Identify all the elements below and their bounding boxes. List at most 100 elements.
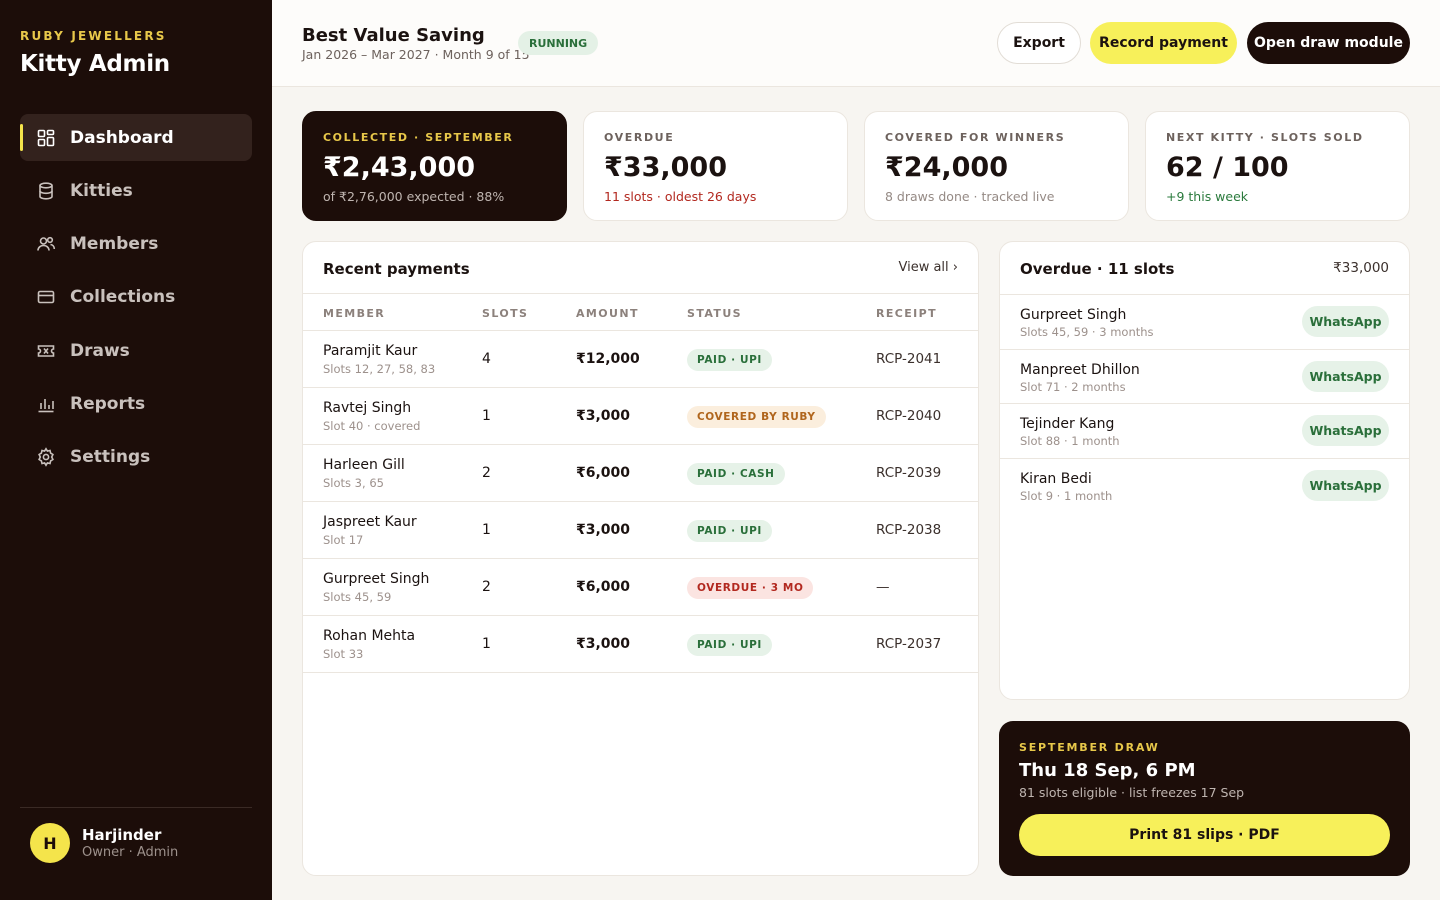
payment-amount: ₹6,000 bbox=[576, 579, 631, 595]
september-draw-card: SEPTEMBER DRAW Thu 18 Sep, 6 PM 81 slots… bbox=[999, 721, 1410, 876]
member-name: Gurpreet Singh bbox=[1020, 307, 1127, 323]
sidebar-nav: Dashboard Kitties Members Collections Dr… bbox=[20, 114, 252, 487]
sidebar-item-dashboard[interactable]: Dashboard bbox=[20, 114, 252, 161]
table-row[interactable]: Rohan Mehta Slot 33 1 ₹3,000 PAID · UPI … bbox=[303, 616, 978, 673]
kpi-covered-card: COVERED FOR WINNERS ₹24,000 8 draws done… bbox=[864, 111, 1129, 221]
receipt-id[interactable]: RCP-2041 bbox=[876, 351, 941, 367]
slot-count: 4 bbox=[482, 351, 491, 367]
whatsapp-button[interactable]: WhatsApp bbox=[1302, 360, 1389, 392]
slot-count: 2 bbox=[482, 465, 491, 481]
member-name: Tejinder Kang bbox=[1020, 416, 1115, 433]
kpi-label: COLLECTED · SEPTEMBER bbox=[323, 131, 514, 144]
print-slips-button[interactable]: Print 81 slips · PDF bbox=[1019, 814, 1390, 856]
open-draw-module-button[interactable]: Open draw module bbox=[1247, 22, 1410, 64]
kpi-label: COVERED FOR WINNERS bbox=[885, 131, 1066, 144]
export-button[interactable]: Export bbox=[997, 22, 1081, 64]
sidebar-item-label: Members bbox=[70, 234, 159, 255]
card-icon bbox=[36, 287, 56, 307]
kpi-value: ₹33,000 bbox=[604, 152, 727, 183]
table-row[interactable]: Paramjit Kaur Slots 12, 27, 58, 83 4 ₹12… bbox=[303, 331, 978, 388]
member-name: Manpreet Dhillon bbox=[1020, 361, 1140, 378]
recent-payments-panel: Recent payments View all › MEMBER SLOTS … bbox=[302, 241, 979, 876]
overdue-panel: Overdue · 11 slots ₹33,000 Gurpreet Sing… bbox=[999, 241, 1410, 700]
column-header-member: MEMBER bbox=[323, 307, 386, 320]
status-pill: COVERED BY RUBY bbox=[687, 406, 826, 428]
table-row[interactable]: Harleen Gill Slots 3, 65 2 ₹6,000 PAID ·… bbox=[303, 445, 978, 502]
user-role: Owner · Admin bbox=[82, 845, 179, 860]
panel-title: Recent payments bbox=[323, 260, 470, 278]
view-all-link[interactable]: View all › bbox=[898, 260, 958, 275]
member-name: Rohan Mehta bbox=[323, 628, 416, 644]
status-pill: OVERDUE · 3 MO bbox=[687, 577, 814, 599]
status-pill: PAID · UPI bbox=[687, 349, 772, 371]
receipt-id[interactable]: RCP-2040 bbox=[876, 408, 941, 424]
table-row[interactable]: Ravtej Singh Slot 40 · covered 1 ₹3,000 … bbox=[303, 388, 978, 445]
page-title: Best Value Saving bbox=[302, 25, 485, 46]
sidebar-item-reports[interactable]: Reports bbox=[20, 380, 252, 427]
receipt-id[interactable]: RCP-2038 bbox=[876, 522, 941, 538]
table-row[interactable]: Jaspreet Kaur Slot 17 1 ₹3,000 PAID · UP… bbox=[303, 502, 978, 559]
kpi-sub: 8 draws done · tracked live bbox=[885, 189, 1055, 204]
member-name: Paramjit Kaur bbox=[323, 343, 418, 359]
status-badge: RUNNING bbox=[518, 31, 599, 55]
sidebar-item-members[interactable]: Members bbox=[20, 221, 252, 268]
member-slots-note: Slot 40 · covered bbox=[323, 419, 421, 433]
avatar[interactable]: H bbox=[30, 823, 70, 863]
kpi-sub: 11 slots · oldest 26 days bbox=[604, 189, 757, 204]
member-slots-note: Slot 33 bbox=[323, 647, 364, 661]
overdue-total: ₹33,000 bbox=[1333, 260, 1389, 276]
kpi-value: ₹24,000 bbox=[885, 152, 1008, 183]
whatsapp-button[interactable]: WhatsApp bbox=[1302, 415, 1389, 447]
kpi-sub: +9 this week bbox=[1166, 189, 1249, 204]
brand-title: Kitty Admin bbox=[20, 51, 170, 77]
sidebar-item-label: Reports bbox=[70, 393, 146, 414]
kpi-label: NEXT KITTY · SLOTS SOLD bbox=[1166, 131, 1364, 144]
sidebar-item-label: Dashboard bbox=[70, 127, 174, 148]
sidebar-item-kitties[interactable]: Kitties bbox=[20, 167, 252, 214]
page-subtitle: Jan 2026 – Mar 2027 · Month 9 of 15 bbox=[302, 47, 530, 62]
status-pill: PAID · CASH bbox=[687, 463, 785, 485]
payment-amount: ₹3,000 bbox=[576, 636, 631, 652]
slot-count: 1 bbox=[482, 636, 491, 652]
whatsapp-button[interactable]: WhatsApp bbox=[1302, 469, 1389, 501]
status-pill: PAID · UPI bbox=[687, 520, 772, 542]
list-item: Kiran Bedi Slot 9 · 1 month WhatsApp bbox=[1000, 459, 1409, 514]
draw-subtitle: 81 slots eligible · list freezes 17 Sep bbox=[1019, 785, 1245, 800]
record-payment-button[interactable]: Record payment bbox=[1090, 22, 1237, 64]
dashboard-icon bbox=[36, 128, 56, 148]
receipt-id[interactable]: RCP-2039 bbox=[876, 465, 941, 481]
slot-count: 1 bbox=[482, 522, 491, 538]
payment-amount: ₹6,000 bbox=[576, 465, 631, 481]
kpi-overdue-card: OVERDUE ₹33,000 11 slots · oldest 26 day… bbox=[583, 111, 848, 221]
sidebar-divider bbox=[20, 807, 252, 808]
table-header: MEMBER SLOTS AMOUNT STATUS RECEIPT bbox=[303, 293, 978, 331]
sidebar-item-label: Kitties bbox=[70, 180, 133, 201]
table-row[interactable]: Gurpreet Singh Slots 45, 59 2 ₹6,000 OVE… bbox=[303, 559, 978, 616]
sidebar: RUBY JEWELLERS Kitty Admin Dashboard Kit… bbox=[0, 0, 272, 900]
whatsapp-button[interactable]: WhatsApp bbox=[1302, 306, 1389, 337]
member-slots-note: Slot 17 bbox=[323, 533, 364, 547]
bar-chart-icon bbox=[36, 394, 56, 414]
receipt-id: — bbox=[876, 579, 890, 595]
receipt-id[interactable]: RCP-2037 bbox=[876, 636, 941, 652]
member-name: Harleen Gill bbox=[323, 457, 405, 473]
member-name: Gurpreet Singh bbox=[323, 571, 430, 587]
member-slots-note: Slots 45, 59 bbox=[323, 590, 392, 604]
kpi-collected-card: COLLECTED · SEPTEMBER ₹2,43,000 of ₹2,76… bbox=[302, 111, 567, 221]
kpi-value: 62 / 100 bbox=[1166, 152, 1289, 183]
list-item: Manpreet Dhillon Slot 71 · 2 months What… bbox=[1000, 350, 1409, 405]
column-header-receipt: RECEIPT bbox=[876, 307, 938, 320]
ticket-icon bbox=[36, 341, 56, 361]
sidebar-item-collections[interactable]: Collections bbox=[20, 274, 252, 321]
sidebar-item-draws[interactable]: Draws bbox=[20, 327, 252, 374]
draw-kicker: SEPTEMBER DRAW bbox=[1019, 741, 1160, 754]
member-name: Kiran Bedi bbox=[1020, 470, 1092, 487]
column-header-status: STATUS bbox=[687, 307, 742, 320]
sidebar-item-settings[interactable]: Settings bbox=[20, 434, 252, 481]
draw-title: Thu 18 Sep, 6 PM bbox=[1019, 760, 1196, 781]
list-item: Gurpreet Singh Slots 45, 59 · 3 months W… bbox=[1000, 295, 1409, 350]
status-pill: PAID · UPI bbox=[687, 634, 772, 656]
member-name: Jaspreet Kaur bbox=[323, 514, 417, 530]
member-name: Ravtej Singh bbox=[323, 400, 412, 416]
sidebar-item-label: Draws bbox=[70, 340, 130, 361]
